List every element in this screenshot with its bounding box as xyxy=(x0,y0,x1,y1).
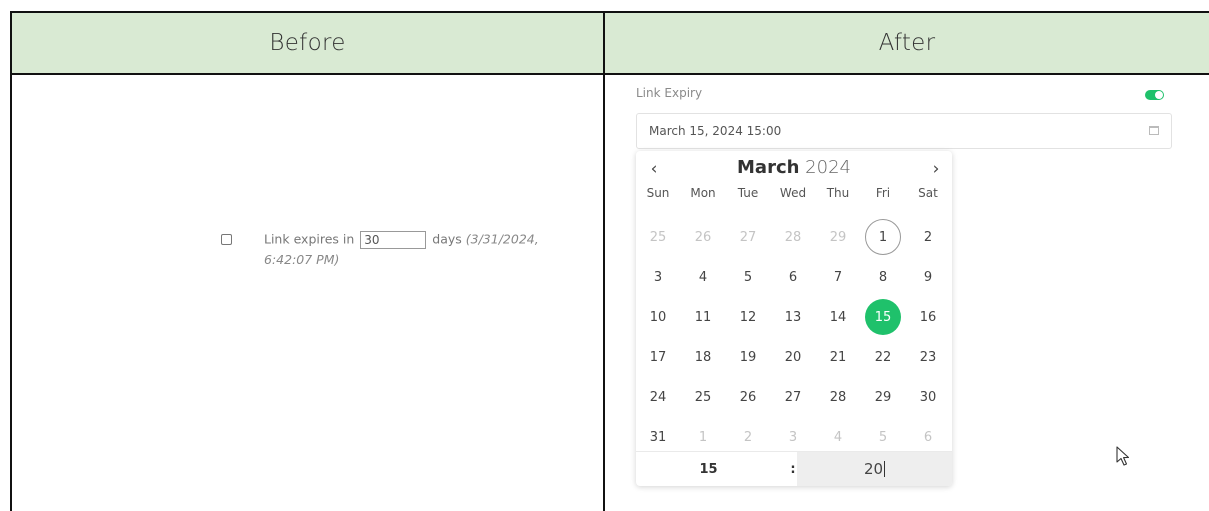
weekday-tue: Tue xyxy=(737,186,759,200)
month-title: March 2024 xyxy=(636,157,952,178)
expiry-toggle[interactable] xyxy=(1145,90,1164,100)
date-picker: ‹ March 2024 › Sun Mon Tue Wed Thu Fri Sat 25 2… xyxy=(636,151,952,486)
day-cell[interactable]: 11 xyxy=(685,299,721,335)
comparison-table: Before After xyxy=(10,11,1209,511)
day-cell-selected[interactable]: 15 xyxy=(865,299,901,335)
day-cell[interactable]: 20 xyxy=(775,339,811,375)
day-cell[interactable]: 14 xyxy=(820,299,856,335)
day-cell[interactable]: 12 xyxy=(730,299,766,335)
weekday-wed: Wed xyxy=(779,186,807,200)
day-cell[interactable]: 3 xyxy=(640,259,676,295)
day-cell[interactable]: 4 xyxy=(685,259,721,295)
day-cell[interactable]: 8 xyxy=(865,259,901,295)
time-row: 15 : 20 xyxy=(636,451,952,486)
day-cell[interactable]: 21 xyxy=(820,339,856,375)
weekday-sun: Sun xyxy=(646,186,670,200)
day-cell[interactable]: 13 xyxy=(775,299,811,335)
calendar-icon[interactable] xyxy=(1149,126,1159,135)
day-cell[interactable]: 2 xyxy=(910,219,946,255)
day-cell[interactable]: 10 xyxy=(640,299,676,335)
expiry-prefix-label: Link expires in xyxy=(264,231,355,247)
day-cell[interactable]: 29 xyxy=(865,379,901,415)
minute-value: 20 xyxy=(863,460,884,478)
day-cell[interactable]: 28 xyxy=(820,379,856,415)
day-cell[interactable]: 29 xyxy=(820,219,856,255)
day-cell[interactable]: 23 xyxy=(910,339,946,375)
day-cell[interactable]: 22 xyxy=(865,339,901,375)
day-cell[interactable]: 28 xyxy=(775,219,811,255)
expiry-suffix-label: days xyxy=(432,231,462,247)
day-cell[interactable]: 16 xyxy=(910,299,946,335)
day-cell[interactable]: 24 xyxy=(640,379,676,415)
day-cell[interactable]: 2 xyxy=(730,419,766,455)
weekday-mon: Mon xyxy=(690,186,716,200)
day-cell[interactable]: 18 xyxy=(685,339,721,375)
day-cell[interactable]: 26 xyxy=(685,219,721,255)
weekday-fri: Fri xyxy=(875,186,891,200)
day-cell[interactable]: 4 xyxy=(820,419,856,455)
day-cell[interactable]: 27 xyxy=(730,219,766,255)
year-value[interactable]: 2024 xyxy=(805,157,851,178)
expiry-date-input[interactable]: March 15, 2024 15:00 xyxy=(636,113,1172,149)
month-name: March xyxy=(737,157,800,178)
expiry-checkbox[interactable] xyxy=(221,234,232,245)
expiry-date-line1: (3/31/2024, xyxy=(465,231,539,247)
link-expiry-label: Link Expiry xyxy=(636,86,703,100)
day-cell[interactable]: 5 xyxy=(865,419,901,455)
day-cell[interactable]: 1 xyxy=(865,219,901,255)
day-cell[interactable]: 30 xyxy=(910,379,946,415)
text-caret xyxy=(884,461,886,477)
day-cell[interactable]: 3 xyxy=(775,419,811,455)
day-cell[interactable]: 25 xyxy=(640,219,676,255)
expiry-date-line2: 6:42:07 PM) xyxy=(264,252,340,267)
mouse-pointer-icon xyxy=(1116,446,1130,466)
hour-input[interactable]: 15 xyxy=(636,452,781,486)
day-cell[interactable]: 7 xyxy=(820,259,856,295)
day-cell[interactable]: 26 xyxy=(730,379,766,415)
day-cell[interactable]: 31 xyxy=(640,419,676,455)
header-after: After xyxy=(605,13,1209,75)
day-cell[interactable]: 5 xyxy=(730,259,766,295)
day-cell[interactable]: 1 xyxy=(685,419,721,455)
column-divider xyxy=(603,13,605,511)
day-cell[interactable]: 6 xyxy=(910,419,946,455)
expiry-date-value: March 15, 2024 15:00 xyxy=(649,124,782,138)
day-cell[interactable]: 17 xyxy=(640,339,676,375)
days-input[interactable]: 30 xyxy=(360,231,427,249)
expiry-text: Link expires in 30 days (3/31/2024, xyxy=(264,231,539,249)
minute-input[interactable]: 20 xyxy=(797,452,952,486)
day-cell[interactable]: 19 xyxy=(730,339,766,375)
day-cell[interactable]: 27 xyxy=(775,379,811,415)
chevron-right-icon[interactable]: › xyxy=(926,159,946,179)
day-cell[interactable]: 25 xyxy=(685,379,721,415)
weekday-sat: Sat xyxy=(918,186,938,200)
header-before: Before xyxy=(12,13,603,75)
weekday-thu: Thu xyxy=(826,186,850,200)
day-cell[interactable]: 9 xyxy=(910,259,946,295)
day-cell[interactable]: 6 xyxy=(775,259,811,295)
